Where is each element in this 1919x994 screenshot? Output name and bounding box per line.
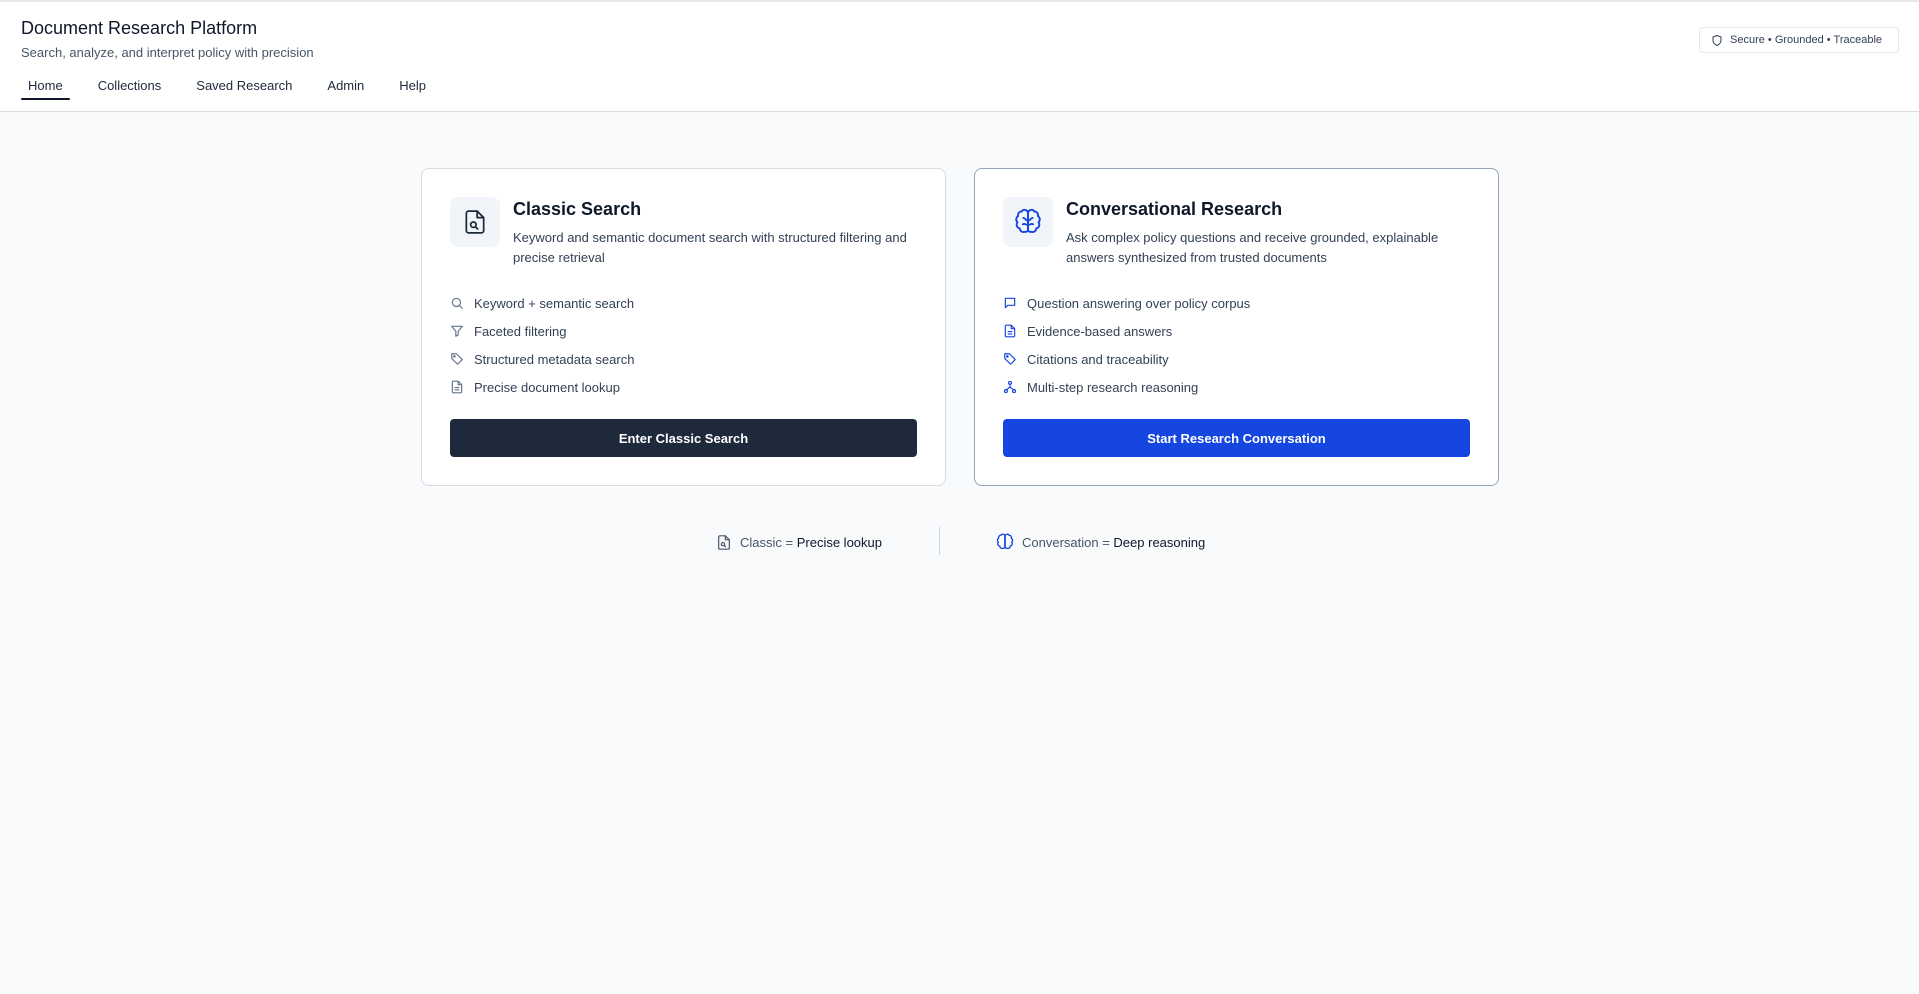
- conversational-research-title: Conversational Research: [1066, 199, 1283, 219]
- brain-icon: [996, 533, 1014, 550]
- feature-label: Multi-step research reasoning: [1027, 379, 1199, 395]
- feature-label: Faceted filtering: [474, 323, 567, 339]
- nav-item-home[interactable]: Home: [21, 74, 70, 100]
- top-header: Document Research Platform Search, analy…: [0, 0, 1919, 112]
- document-icon: [1004, 324, 1016, 338]
- start-research-conversation-button[interactable]: Start Research Conversation: [1003, 419, 1470, 457]
- enter-classic-search-button[interactable]: Enter Classic Search: [450, 419, 917, 457]
- nav-item-admin[interactable]: Admin: [320, 74, 371, 100]
- classic-search-title: Classic Search: [513, 199, 642, 219]
- app-subtitle: Search, analyze, and interpret policy wi…: [21, 45, 314, 60]
- tag-icon: [1004, 353, 1016, 365]
- conversational-research-card[interactable]: Conversational Research Ask complex poli…: [974, 168, 1499, 486]
- feature-label: Citations and traceability: [1027, 351, 1169, 367]
- security-badge-label: Secure • Grounded • Traceable: [1730, 34, 1883, 46]
- feature-label: Keyword + semantic search: [474, 295, 635, 311]
- legend-conversation-emphasis: Deep reasoning: [1113, 534, 1206, 550]
- legend-classic: Classic = Precise lookup: [716, 527, 882, 557]
- feature-label: Structured metadata search: [474, 351, 635, 367]
- list-item: Citations and traceability: [1003, 345, 1250, 373]
- chat-bubble-icon: [1004, 297, 1016, 309]
- shield-icon: [1712, 34, 1722, 46]
- filter-icon: [451, 325, 463, 337]
- list-item: Structured metadata search: [450, 345, 634, 373]
- nav-item-collections[interactable]: Collections: [91, 74, 169, 100]
- feature-label: Precise document lookup: [474, 379, 620, 395]
- conversational-research-description: Ask complex policy questions and receive…: [1066, 230, 1439, 265]
- app-title: Document Research Platform: [21, 18, 258, 38]
- security-badge: Secure • Grounded • Traceable: [1699, 27, 1899, 53]
- conversational-feature-list: Question answering over policy corpus Ev…: [1003, 289, 1250, 401]
- feature-label: Evidence-based answers: [1027, 323, 1173, 339]
- main-nav: Home Collections Saved Research Admin He…: [21, 74, 454, 100]
- list-item: Question answering over policy corpus: [1003, 289, 1250, 317]
- legend-conversation-prefix: Conversation =: [1022, 534, 1114, 550]
- classic-search-description: Keyword and semantic document search wit…: [513, 230, 907, 265]
- feature-label: Question answering over policy corpus: [1027, 295, 1251, 311]
- legend-conversation: Conversation = Deep reasoning: [996, 527, 1205, 557]
- document-search-icon: [718, 534, 730, 550]
- legend-divider: [939, 527, 940, 555]
- list-item: Faceted filtering: [450, 317, 634, 345]
- nav-item-saved-research[interactable]: Saved Research: [189, 74, 299, 100]
- document-icon: [451, 380, 463, 394]
- legend-classic-emphasis: Precise lookup: [796, 534, 882, 550]
- classic-feature-list: Keyword + semantic search Faceted filter…: [450, 289, 634, 401]
- search-icon: [451, 297, 463, 309]
- list-item: Precise document lookup: [450, 373, 634, 401]
- nav-item-help[interactable]: Help: [392, 74, 433, 100]
- list-item: Evidence-based answers: [1003, 317, 1250, 345]
- list-item: Keyword + semantic search: [450, 289, 634, 317]
- tag-icon: [451, 353, 463, 365]
- document-search-icon: [450, 197, 500, 247]
- brain-icon: [1003, 197, 1053, 247]
- classic-search-card[interactable]: Classic Search Keyword and semantic docu…: [421, 168, 946, 486]
- legend-classic-prefix: Classic =: [740, 534, 797, 550]
- list-item: Multi-step research reasoning: [1003, 373, 1250, 401]
- network-icon: [1003, 380, 1017, 394]
- mode-legend: Classic = Precise lookup Conversation = …: [0, 527, 1919, 557]
